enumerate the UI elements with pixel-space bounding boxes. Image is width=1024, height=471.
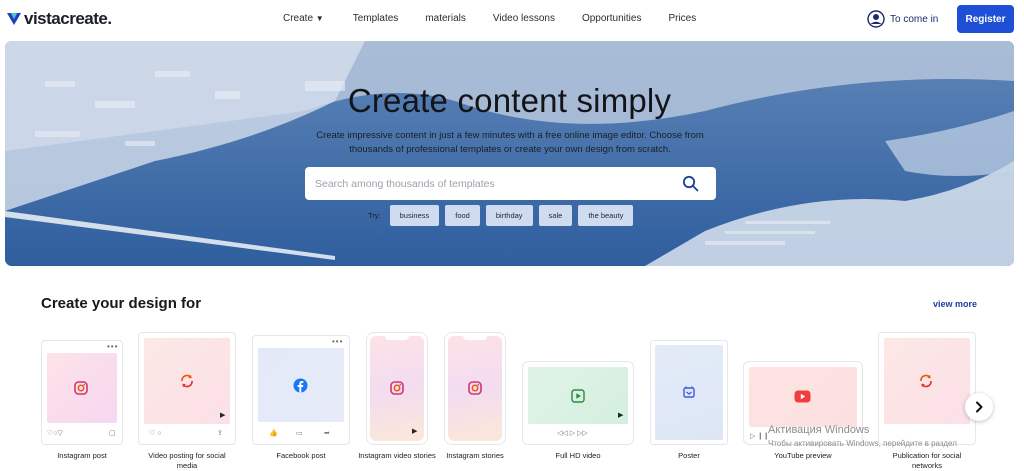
chip-the-beauty[interactable]: the beauty [578, 205, 634, 226]
refresh-icon [920, 374, 932, 388]
card-label-instagram-stories: Instagram stories [446, 451, 504, 460]
card-label-full-hd-video: Full HD video [555, 451, 601, 460]
card-label-youtube-preview: YouTube preview [774, 451, 832, 460]
chevron-right-icon [976, 401, 983, 413]
card-label-instagram-video-stories: Instagram video stories [358, 451, 436, 460]
nav-prices[interactable]: Prices [668, 13, 696, 24]
like-icon: 👍 [269, 430, 278, 437]
card-label-publication-social-networks: Publication for social networks [892, 451, 962, 470]
share-icon: ⇪ [217, 430, 223, 437]
facebook-icon [293, 378, 308, 393]
refresh-icon [181, 374, 193, 388]
card-label-video-posting: Video posting for social media [148, 451, 226, 470]
play-icon [571, 389, 585, 403]
search-icon[interactable] [682, 175, 699, 192]
hero-description: Create impressive content in just a few … [316, 130, 704, 155]
logo-text: vistacreate. [24, 9, 112, 28]
more-dots-icon: ••• [332, 337, 344, 346]
play-icon: ▶ [412, 428, 418, 435]
playback-controls-icons: ◁◁ ▷ ▷▷ [557, 430, 588, 437]
instagram-icon [74, 381, 88, 395]
share-icon: ➦ [324, 430, 330, 437]
sign-in-label: To come in [890, 13, 939, 25]
design-card-poster[interactable] [650, 340, 728, 445]
nav-create-label: Create [283, 13, 314, 24]
card-label-poster: Poster [678, 451, 700, 460]
more-dots-icon: ••• [107, 342, 119, 351]
card-label-facebook-post: Facebook post [276, 451, 326, 460]
chip-business[interactable]: business [389, 205, 440, 226]
logo-mark-icon [7, 13, 21, 25]
top-navigation-bar: vistacreate. Create ▼ Templates material… [0, 0, 1024, 40]
like-comment-share-icons: ♡○▽ [47, 430, 63, 437]
nav-create[interactable]: Create ▼ [283, 13, 324, 24]
comment-icon: ▭ [296, 430, 303, 437]
hero-title: Create content simply [347, 82, 672, 119]
section-title: Create your design for [41, 295, 202, 312]
try-label: Try: [368, 211, 381, 220]
poster-icon [683, 386, 695, 398]
phone-notch [385, 336, 409, 340]
instagram-icon [468, 381, 482, 395]
nav-templates[interactable]: Templates [353, 13, 399, 24]
nav-opportunities[interactable]: Opportunities [582, 13, 641, 24]
design-card-instagram-post[interactable]: ••• ♡○▽ ▢ [41, 340, 123, 445]
design-card-publication-social-networks[interactable] [878, 332, 976, 445]
youtube-icon [794, 390, 811, 403]
search-input[interactable] [305, 177, 665, 190]
sign-in-link[interactable]: To come in [867, 10, 938, 28]
play-small-icon: ▶ [618, 412, 624, 419]
card-label-instagram-post: Instagram post [57, 451, 107, 460]
chip-sale[interactable]: sale [538, 205, 573, 226]
nav-video-lessons[interactable]: Video lessons [493, 13, 555, 24]
suggested-searches: Try: business food birthday sale the bea… [368, 205, 639, 226]
play-icon: ▶ [220, 412, 226, 419]
vistacreate-logo[interactable]: vistacreate. [6, 9, 112, 29]
register-button[interactable]: Register [957, 5, 1014, 33]
like-comment-icons: ♡ ○ [149, 430, 162, 437]
design-card-instagram-video-stories[interactable]: ▶ [366, 332, 428, 445]
instagram-icon [390, 381, 404, 395]
design-card-full-hd-video[interactable]: ▶ ◁◁ ▷ ▷▷ [522, 361, 634, 445]
bookmark-icon: ▢ [109, 430, 116, 437]
design-card-video-posting[interactable]: ▶ ♡ ○ ⇪ [138, 332, 236, 445]
nav-materials[interactable]: materials [425, 13, 466, 24]
phone-notch [463, 336, 487, 340]
caret-down-icon: ▼ [315, 14, 324, 23]
carousel-next-button[interactable] [965, 393, 993, 421]
user-icon [867, 10, 885, 28]
chip-food[interactable]: food [445, 205, 480, 226]
hero-banner: Create content simply Create impressive … [5, 41, 1014, 266]
view-more-link[interactable]: view more [933, 299, 977, 309]
player-controls-icons: ▷ ❙❙ [750, 433, 770, 440]
design-card-facebook-post[interactable]: ••• 👍 ▭ ➦ [252, 335, 350, 445]
design-card-youtube-preview[interactable]: ▷ ❙❙ [743, 361, 863, 445]
template-search-bar [305, 167, 716, 200]
chip-birthday[interactable]: birthday [485, 205, 533, 226]
design-card-instagram-stories[interactable] [444, 332, 506, 445]
main-nav: Create ▼ Templates materials Video lesso… [283, 13, 696, 24]
